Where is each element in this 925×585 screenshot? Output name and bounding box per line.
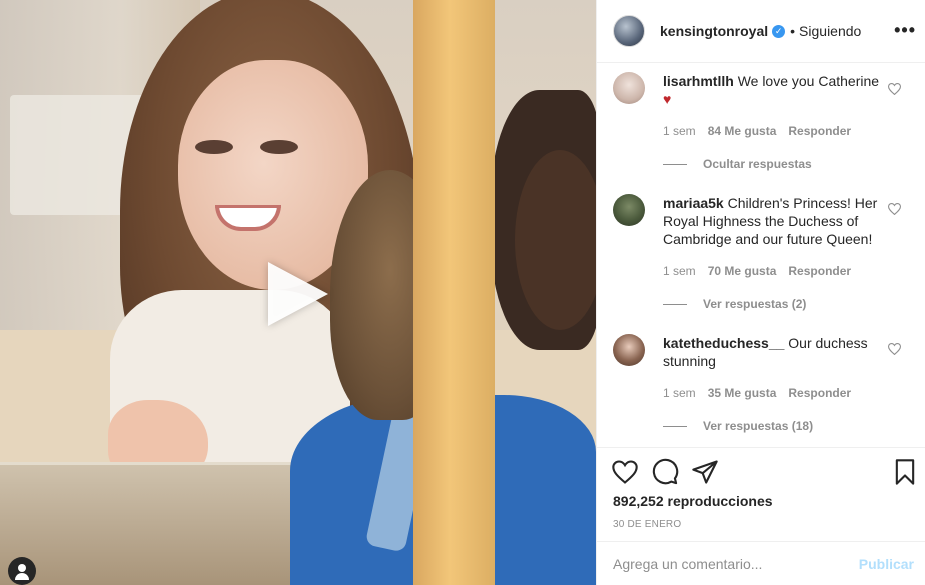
like-comment-heart-icon[interactable]: [888, 83, 901, 95]
reply-button[interactable]: Responder: [788, 264, 851, 278]
post-actions-section: 892,252 reproducciones 30 DE ENERO Publi…: [597, 447, 925, 585]
comment-time: 1 sem: [663, 264, 696, 278]
commenter-username[interactable]: katetheduchess__: [663, 335, 784, 351]
comment-text-block: mariaa5k Children's Princess! Her Royal …: [663, 194, 885, 248]
post-date[interactable]: 30 DE ENERO: [613, 519, 681, 530]
view-replies-label[interactable]: Ver respuestas (2): [703, 297, 806, 311]
comment-item: mariaa5k Children's Princess! Her Royal …: [613, 194, 913, 314]
view-replies-button[interactable]: Ver respuestas (18): [663, 419, 813, 433]
view-replies-button[interactable]: Ver respuestas (2): [663, 297, 806, 311]
post-sidebar: kensingtonroyal ✓ • Siguiendo ••• lisarh…: [596, 0, 925, 585]
wooden-pole: [413, 0, 495, 585]
comment-text: We love you Catherine: [737, 73, 880, 89]
add-comment-bar: Publicar: [597, 541, 925, 585]
follow-button[interactable]: Siguiendo: [799, 23, 861, 39]
share-send-icon[interactable]: [691, 458, 719, 486]
commenter-avatar[interactable]: [613, 334, 645, 366]
woman-eye-right: [260, 140, 298, 154]
commenter-avatar[interactable]: [613, 194, 645, 226]
comment-text-block: lisarhmtllh We love you Catherine ♥: [663, 72, 885, 108]
replies-divider-line: [663, 303, 687, 305]
commenter-username[interactable]: mariaa5k: [663, 195, 724, 211]
heart-emoji: ♥: [663, 91, 672, 107]
comment-likes[interactable]: 70 Me gusta: [708, 264, 777, 278]
comment-meta: 1 sem 35 Me gusta Responder: [663, 386, 851, 400]
more-options-icon[interactable]: •••: [894, 20, 916, 41]
publish-button[interactable]: Publicar: [859, 556, 914, 572]
post-header: kensingtonroyal ✓ • Siguiendo •••: [597, 0, 925, 63]
comments-list[interactable]: lisarhmtllh We love you Catherine ♥ 1 se…: [597, 63, 925, 447]
comment-meta: 1 sem 70 Me gusta Responder: [663, 264, 851, 278]
separator-dot: •: [790, 23, 796, 39]
tagged-users-icon[interactable]: [8, 557, 36, 585]
author-avatar[interactable]: [613, 15, 645, 47]
woman-eye-left: [195, 140, 233, 154]
reply-button[interactable]: Responder: [788, 124, 851, 138]
verified-badge-icon: ✓: [772, 24, 786, 38]
view-replies-label[interactable]: Ver respuestas (18): [703, 419, 813, 433]
like-comment-heart-icon[interactable]: [888, 343, 901, 355]
toggle-replies-label[interactable]: Ocultar respuestas: [703, 157, 812, 171]
comment-item: lisarhmtllh We love you Catherine ♥ 1 se…: [613, 72, 913, 182]
like-heart-icon[interactable]: [611, 458, 639, 486]
comment-item: katetheduchess__ Our duchess stunning 1 …: [613, 334, 913, 444]
comment-input[interactable]: [613, 556, 853, 572]
author-username[interactable]: kensingtonroyal: [660, 23, 768, 39]
commenter-avatar[interactable]: [613, 72, 645, 104]
play-icon[interactable]: [268, 262, 328, 326]
comment-bubble-icon[interactable]: [651, 458, 679, 486]
comment-likes[interactable]: 84 Me gusta: [708, 124, 777, 138]
comment-time: 1 sem: [663, 386, 696, 400]
comment-meta: 1 sem 84 Me gusta Responder: [663, 124, 851, 138]
toggle-replies-button[interactable]: Ocultar respuestas: [663, 157, 812, 171]
comment-text-block: katetheduchess__ Our duchess stunning: [663, 334, 885, 370]
comment-time: 1 sem: [663, 124, 696, 138]
commenter-username[interactable]: lisarhmtllh: [663, 73, 734, 89]
child-face-right: [515, 150, 596, 330]
like-comment-heart-icon[interactable]: [888, 203, 901, 215]
reply-button[interactable]: Responder: [788, 386, 851, 400]
save-bookmark-icon[interactable]: [891, 458, 919, 486]
sand-tray: [0, 462, 320, 585]
view-count[interactable]: 892,252 reproducciones: [613, 493, 773, 509]
post-video[interactable]: [0, 0, 596, 585]
replies-divider-line: [663, 425, 687, 427]
replies-divider-line: [663, 163, 687, 165]
comment-likes[interactable]: 35 Me gusta: [708, 386, 777, 400]
